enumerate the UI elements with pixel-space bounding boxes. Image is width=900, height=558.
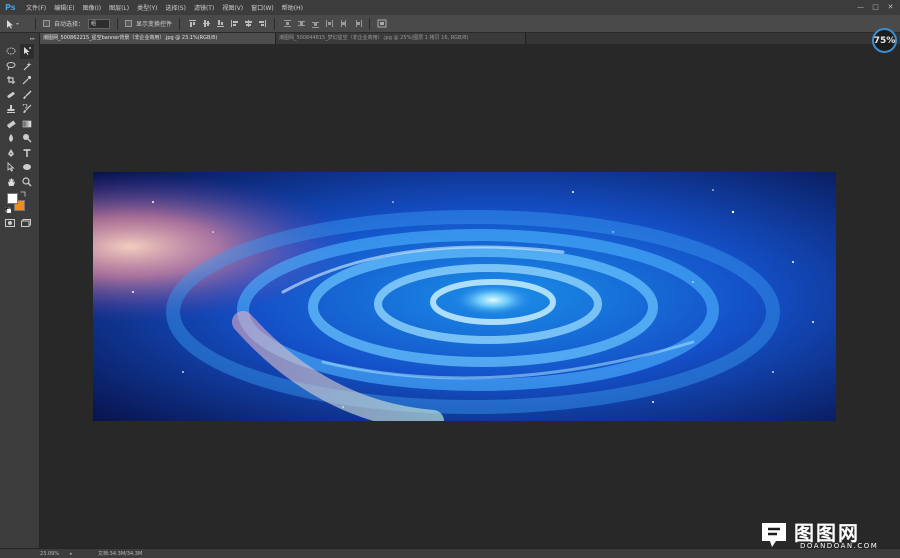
align-hcenter-icon[interactable]: [243, 19, 253, 29]
healing-brush-icon[interactable]: [4, 88, 18, 103]
auto-select-checkbox[interactable]: [43, 20, 50, 27]
status-zoom[interactable]: 23.09%: [0, 551, 66, 557]
dodge-icon[interactable]: [20, 131, 34, 146]
divider: [179, 17, 181, 30]
color-swatches: [4, 191, 39, 217]
auto-select-label: 自动选择：: [54, 21, 85, 28]
status-doc-info: 文档:34.3M/34.3M: [98, 551, 143, 557]
distribute-bottom-icon[interactable]: [310, 19, 320, 29]
distribute-right-icon[interactable]: [352, 19, 362, 29]
minimize-icon[interactable]: —: [855, 2, 866, 12]
hand-icon[interactable]: [4, 175, 18, 190]
tab-document-1[interactable]: 潮图网_500862215_星空banner背景（非企业商用）.jpg @ 23…: [40, 33, 276, 44]
divider: [117, 17, 119, 30]
align-right-icon[interactable]: [257, 19, 267, 29]
tool-grid: [0, 44, 39, 189]
photoshop-logo: Ps: [5, 3, 16, 12]
align-top-icon[interactable]: [187, 19, 197, 29]
menu-bar: Ps 文件(F) 编辑(E) 图像(I) 图层(L) 类型(Y) 选择(S) 滤…: [0, 0, 900, 15]
tab-label: 潮图网_500862215_星空banner背景（非企业商用）.jpg @ 23…: [43, 35, 218, 41]
swap-colors-icon[interactable]: [20, 191, 26, 197]
document-image-galaxy[interactable]: [93, 172, 836, 421]
options-bar: 自动选择： 组 显示变换控件: [0, 15, 900, 33]
zoom-icon[interactable]: [20, 175, 34, 190]
tool-preset-picker[interactable]: [6, 18, 28, 30]
history-brush-icon[interactable]: [20, 102, 34, 117]
quick-mask-icon[interactable]: [5, 219, 15, 229]
pen-icon[interactable]: [4, 146, 18, 161]
gradient-icon[interactable]: [20, 117, 34, 132]
tab-label: 潮图网_500844815_梦幻星空（非企业商用）.jpg @ 25%(图层 1…: [279, 35, 469, 41]
menu-layer[interactable]: 图层(L): [105, 3, 133, 12]
divider: [35, 17, 36, 30]
document-tabs: 潮图网_500862215_星空banner背景（非企业商用）.jpg @ 23…: [40, 33, 900, 44]
crop-icon[interactable]: [4, 73, 18, 88]
mode-row: [0, 219, 39, 229]
lasso-icon[interactable]: [4, 59, 18, 74]
align-left-icon[interactable]: [229, 19, 239, 29]
shape-icon[interactable]: [20, 160, 34, 175]
blur-icon[interactable]: [4, 131, 18, 146]
foreground-color-swatch[interactable]: [7, 193, 18, 204]
menu-edit[interactable]: 编辑(E): [50, 3, 78, 12]
menu-filter[interactable]: 滤镜(T): [190, 3, 218, 12]
close-icon[interactable]: ✕: [885, 2, 896, 12]
move-icon[interactable]: [20, 44, 34, 59]
move-tool-icon: [7, 19, 19, 28]
tool-panel: ▸▸: [0, 33, 40, 558]
divider: [274, 17, 276, 30]
status-share-icon[interactable]: ▸: [70, 551, 78, 557]
divider: [369, 17, 371, 30]
menu-help[interactable]: 帮助(H): [278, 3, 307, 12]
collapse-panel-icon[interactable]: ▸▸: [0, 33, 39, 44]
show-transform-checkbox[interactable]: [125, 20, 133, 27]
distribute-top-icon[interactable]: [282, 19, 292, 29]
marquee-icon[interactable]: [4, 44, 18, 59]
menu-window[interactable]: 窗口(W): [247, 3, 278, 12]
magic-wand-icon[interactable]: [20, 59, 34, 74]
distribute-hcenter-icon[interactable]: [338, 19, 348, 29]
clone-stamp-icon[interactable]: [4, 102, 18, 117]
window-controls: — □ ✕: [855, 2, 896, 12]
auto-align-icon[interactable]: [377, 19, 387, 29]
align-vcenter-icon[interactable]: [201, 19, 211, 29]
watermark: 图图网 DOANDOAN.COM: [756, 515, 896, 557]
watermark-logo-icon: [762, 523, 786, 547]
align-bottom-icon[interactable]: [215, 19, 225, 29]
eraser-icon[interactable]: [4, 117, 18, 132]
screen-mode-icon[interactable]: [21, 219, 31, 229]
distribute-left-icon[interactable]: [324, 19, 334, 29]
menu-type[interactable]: 类型(Y): [133, 3, 161, 12]
zoom-gauge: 75%: [872, 28, 897, 53]
menu-file[interactable]: 文件(F): [22, 3, 50, 12]
auto-select-dropdown[interactable]: 组: [88, 18, 111, 29]
maximize-icon[interactable]: □: [870, 2, 881, 12]
brush-icon[interactable]: [20, 88, 34, 103]
path-selection-icon[interactable]: [4, 160, 18, 175]
show-transform-label: 显示变换控件: [136, 21, 173, 28]
galaxy-image: [93, 172, 836, 421]
canvas-workspace[interactable]: [40, 44, 900, 548]
menu-view[interactable]: 视图(V): [218, 3, 247, 12]
tab-document-2[interactable]: 潮图网_500844815_梦幻星空（非企业商用）.jpg @ 25%(图层 1…: [276, 33, 526, 44]
eyedropper-icon[interactable]: [20, 73, 34, 88]
menu-select[interactable]: 选择(S): [161, 3, 190, 12]
distribute-vcenter-icon[interactable]: [296, 19, 306, 29]
watermark-subtext: DOANDOAN.COM: [800, 542, 879, 550]
default-colors-icon[interactable]: [4, 206, 12, 214]
menu-image[interactable]: 图像(I): [79, 3, 105, 12]
type-icon[interactable]: [20, 146, 34, 161]
